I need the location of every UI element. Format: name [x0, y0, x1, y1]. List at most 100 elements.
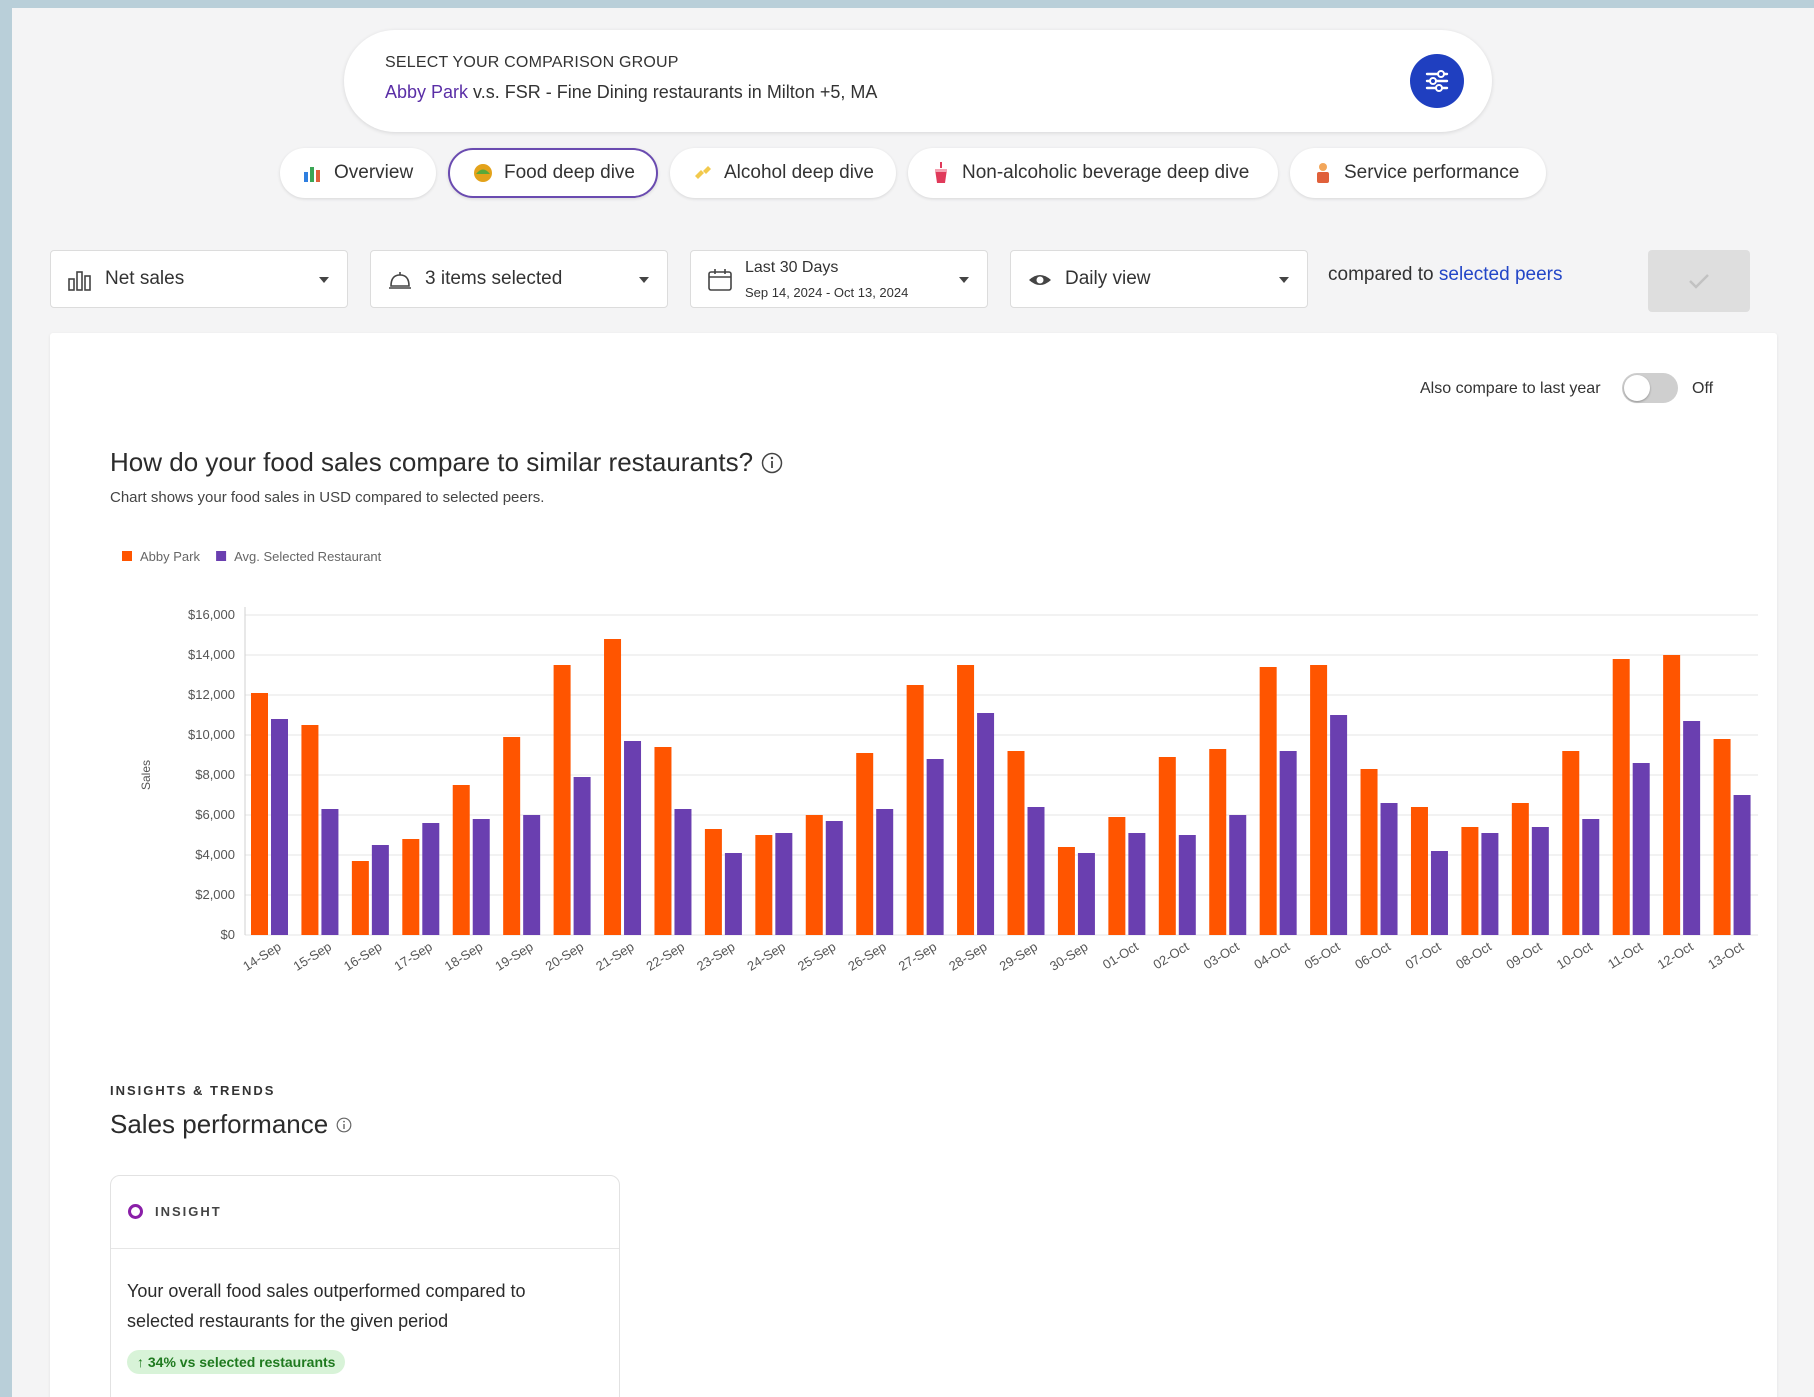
server-icon [1312, 162, 1334, 184]
y-tick-label: $6,000 [195, 807, 235, 822]
sliders-icon [1425, 70, 1449, 92]
calendar-icon [708, 269, 732, 291]
bar-avg-selected [523, 815, 541, 935]
x-tick-label: 29-Sep [997, 939, 1041, 974]
bar-avg-selected [1229, 815, 1247, 935]
insight-dot-icon [128, 1204, 143, 1219]
bar-avg-selected [624, 741, 642, 935]
tab-alcohol-deep-dive[interactable]: Alcohol deep dive [670, 148, 896, 198]
bar-avg-selected [1481, 833, 1499, 935]
bar-avg-selected [1582, 819, 1600, 935]
y-tick-label: $2,000 [195, 887, 235, 902]
view-dropdown[interactable]: Daily view [1010, 250, 1308, 308]
bar-avg-selected [1077, 853, 1095, 935]
bar-avg-selected [371, 845, 389, 935]
date-range-value: Sep 14, 2024 - Oct 13, 2024 [745, 285, 909, 300]
filter-settings-button[interactable] [1410, 54, 1464, 108]
bar-abby-park [856, 753, 874, 935]
y-tick-label: $8,000 [195, 767, 235, 782]
tab-overview[interactable]: Overview [280, 148, 436, 198]
items-dropdown[interactable]: 3 items selected [370, 250, 668, 308]
tab-label: Alcohol deep dive [724, 162, 874, 183]
tab-food-deep-dive[interactable]: Food deep dive [448, 148, 658, 198]
x-tick-label: 13-Oct [1705, 939, 1746, 973]
info-icon[interactable] [761, 452, 783, 474]
tab-label: Service performance [1344, 162, 1520, 183]
bar-abby-park [503, 737, 521, 935]
tab-non-alcoholic-beverage[interactable]: Non-alcoholic beverage deep dive [908, 148, 1278, 198]
x-tick-label: 14-Sep [240, 939, 284, 974]
bar-avg-selected [1330, 715, 1348, 935]
bar-abby-park [1461, 827, 1479, 935]
bar-abby-park [604, 639, 622, 935]
tab-service-performance[interactable]: Service performance [1290, 148, 1546, 198]
bar-chart-icon [302, 162, 324, 184]
x-tick-label: 19-Sep [492, 939, 536, 974]
selected-peers-link[interactable]: selected peers [1439, 264, 1563, 285]
x-tick-label: 10-Oct [1554, 939, 1595, 973]
bar-abby-park [755, 835, 773, 935]
toggle-knob [1624, 375, 1650, 401]
compare-last-year-toggle[interactable] [1622, 373, 1678, 403]
bar-avg-selected [321, 809, 339, 935]
bar-avg-selected [674, 809, 692, 935]
info-icon[interactable] [336, 1117, 352, 1133]
compare-last-year-label: Also compare to last year [1420, 380, 1601, 397]
bar-abby-park [1612, 659, 1630, 935]
bar-abby-park [1410, 807, 1428, 935]
trend-badge: ↑ 34% vs selected restaurants [127, 1350, 346, 1374]
bar-avg-selected [825, 821, 843, 935]
bar-abby-park [1562, 751, 1580, 935]
y-tick-label: $4,000 [195, 847, 235, 862]
chart-subtitle: Chart shows your food sales in USD compa… [110, 489, 545, 506]
x-tick-label: 24-Sep [744, 939, 788, 974]
x-tick-label: 27-Sep [896, 939, 940, 974]
legend-swatch [122, 551, 132, 561]
y-axis-label: Sales [139, 760, 153, 790]
bar-abby-park [452, 785, 470, 935]
chevron-down-icon [639, 277, 649, 283]
bar-abby-park [1007, 751, 1025, 935]
dish-cover-icon [389, 272, 411, 289]
bar-abby-park [1209, 749, 1227, 935]
chart-title: How do your food sales compare to simila… [110, 447, 783, 478]
x-tick-label: 17-Sep [391, 939, 435, 974]
bar-avg-selected [1430, 851, 1448, 935]
bar-abby-park [553, 665, 571, 935]
insight-card: INSIGHT Your overall food sales outperfo… [110, 1175, 620, 1397]
x-tick-label: 02-Oct [1150, 939, 1191, 973]
insight-tag: INSIGHT [155, 1204, 222, 1219]
tab-bar: Overview Food deep dive Alcohol deep div… [12, 148, 1814, 200]
app-canvas: SELECT YOUR COMPARISON GROUP Abby Park v… [12, 8, 1814, 1397]
y-tick-label: $16,000 [188, 607, 235, 622]
bar-abby-park [805, 815, 823, 935]
x-tick-label: 16-Sep [341, 939, 385, 974]
insight-header: INSIGHT [111, 1176, 619, 1249]
x-tick-label: 04-Oct [1251, 939, 1292, 973]
y-tick-label: $10,000 [188, 727, 235, 742]
apply-button[interactable] [1648, 250, 1750, 312]
comparison-group-selector[interactable]: SELECT YOUR COMPARISON GROUP Abby Park v… [344, 30, 1492, 132]
x-tick-label: 01-Oct [1100, 939, 1141, 973]
bar-avg-selected [1128, 833, 1146, 935]
bar-abby-park [402, 839, 420, 935]
bar-abby-park [1663, 655, 1681, 935]
metric-dropdown[interactable]: Net sales [50, 250, 348, 308]
date-range-dropdown[interactable]: Last 30 Days Sep 14, 2024 - Oct 13, 2024 [690, 250, 988, 308]
x-tick-label: 21-Sep [593, 939, 637, 974]
comparison-group-label: SELECT YOUR COMPARISON GROUP [385, 54, 679, 71]
tab-label: Overview [334, 162, 414, 183]
chevron-down-icon [1279, 277, 1289, 283]
soda-cup-icon [930, 162, 952, 184]
x-tick-label: 20-Sep [543, 939, 587, 974]
bar-abby-park [301, 725, 319, 935]
tab-label: Non-alcoholic beverage deep dive [962, 162, 1250, 183]
compared-to-text: compared to selected peers [1328, 264, 1562, 286]
bar-abby-park [351, 861, 369, 935]
toggle-state: Off [1692, 380, 1714, 397]
bar-abby-park [1310, 665, 1328, 935]
bar-avg-selected [1632, 763, 1650, 935]
insight-text: Your overall food sales outperformed com… [127, 1281, 526, 1331]
y-tick-label: $14,000 [188, 647, 235, 662]
x-tick-label: 03-Oct [1201, 939, 1242, 973]
